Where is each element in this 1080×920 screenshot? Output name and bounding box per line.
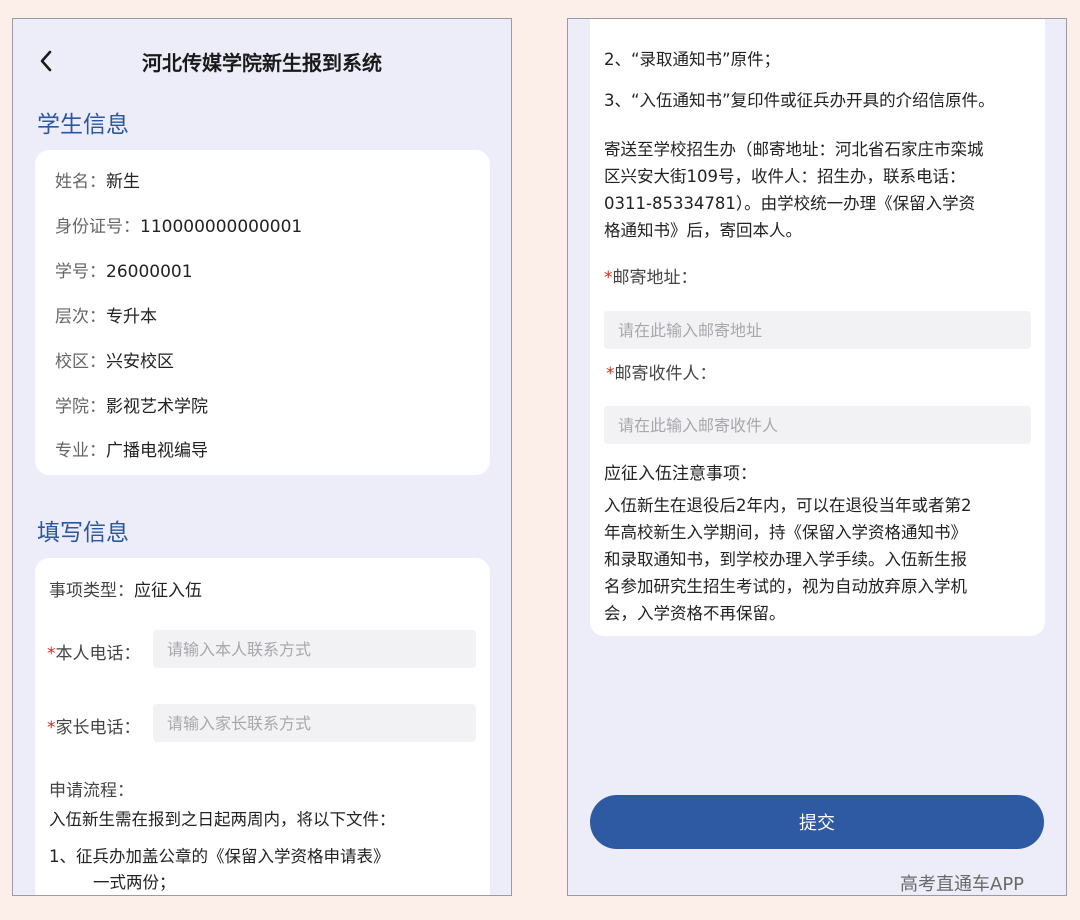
phone-input[interactable] xyxy=(153,630,476,668)
notes-line: 会，入学资格不再保留。 xyxy=(604,604,786,623)
submit-button[interactable]: 提交 xyxy=(590,795,1044,849)
required-mark: * xyxy=(604,268,613,288)
parent-phone-label: *家长电话： xyxy=(47,713,141,738)
info-row-campus: 校区：兴安校区 xyxy=(55,347,174,372)
info-label: 身份证号： xyxy=(55,217,140,237)
fill-info-card: 事项类型：应征入伍 *本人电话： *家长电话： 申请流程： 入伍新生需在报到之日… xyxy=(35,558,490,895)
process-title: 申请流程： xyxy=(49,781,134,801)
required-mark: * xyxy=(47,718,56,738)
info-row-student-number: 学号：26000001 xyxy=(55,257,193,282)
info-value: 兴安校区 xyxy=(106,352,174,372)
notes-title: 应征入伍注意事项： xyxy=(604,464,757,484)
item-type-label: 事项类型： xyxy=(49,581,134,601)
info-label: 校区： xyxy=(55,352,106,372)
required-mark: * xyxy=(606,364,615,384)
process-intro: 入伍新生需在报到之日起两周内，将以下文件： xyxy=(49,810,396,829)
item-type-row: 事项类型：应征入伍 xyxy=(49,576,202,601)
info-value: 新生 xyxy=(106,172,140,192)
page-title: 河北传媒学院新生报到系统 xyxy=(142,51,382,75)
process-item-3: 3、“入伍通知书”复印件或征兵办开具的介绍信原件。 xyxy=(604,91,995,110)
info-value: 广播电视编导 xyxy=(106,441,208,461)
info-label: 专业： xyxy=(55,441,106,461)
phone-label: *本人电话： xyxy=(47,639,141,664)
address-label: *邮寄地址： xyxy=(604,263,698,288)
info-row-id-number: 身份证号：110000000000001 xyxy=(55,212,302,237)
info-value: 专升本 xyxy=(106,307,157,327)
notes-line: 名参加研究生招生考试的，视为自动放弃原入学机 xyxy=(604,577,967,596)
app-header: 河北传媒学院新生报到系统 xyxy=(13,19,511,103)
phone-screen-left: 河北传媒学院新生报到系统 学生信息 姓名：新生 身份证号：11000000000… xyxy=(12,18,512,896)
address-input[interactable] xyxy=(604,311,1031,349)
mail-instruction-line: 格通知书》后，寄回本人。 xyxy=(604,221,802,240)
required-mark: * xyxy=(47,644,56,664)
address-label-text: 邮寄地址： xyxy=(612,268,698,288)
parent-phone-input[interactable] xyxy=(153,704,476,742)
notes-line: 年高校新生入学期间，持《保留入学资格通知书》 xyxy=(604,523,967,542)
phone-screen-right: 2、“录取通知书”原件； 3、“入伍通知书”复印件或征兵办开具的介绍信原件。 寄… xyxy=(567,18,1067,896)
student-info-card: 姓名：新生 身份证号：110000000000001 学号：26000001 层… xyxy=(35,150,490,475)
section-title-student-info: 学生信息 xyxy=(37,112,129,138)
info-value: 110000000000001 xyxy=(140,217,303,237)
info-label: 学院： xyxy=(55,397,106,417)
recipient-input[interactable] xyxy=(604,406,1031,444)
recipient-label: *邮寄收件人： xyxy=(606,359,717,384)
parent-phone-label-text: 家长电话： xyxy=(55,718,141,738)
mail-instruction-line: 0311-85334781）。由学校统一办理《保留入学资 xyxy=(604,194,976,213)
process-item-1: 1、征兵办加盖公章的《保留入学资格申请表》 xyxy=(49,847,390,866)
info-value: 影视艺术学院 xyxy=(106,397,208,417)
process-item-2: 2、“录取通知书”原件； xyxy=(604,50,781,69)
mail-instruction-line: 区兴安大街109号，收件人：招生办，联系电话： xyxy=(604,167,966,186)
info-label: 姓名： xyxy=(55,172,106,192)
watermark: 高考直通车APP xyxy=(900,874,1025,895)
recipient-label-text: 邮寄收件人： xyxy=(614,364,717,384)
info-value: 26000001 xyxy=(106,262,193,282)
info-row-college: 学院：影视艺术学院 xyxy=(55,392,208,417)
info-label: 层次： xyxy=(55,307,106,327)
process-item-1-cont: 一式两份； xyxy=(93,873,176,892)
notes-line: 和录取通知书，到学校办理入学手续。入伍新生报 xyxy=(604,550,967,569)
info-label: 学号： xyxy=(55,262,106,282)
section-title-fill-info: 填写信息 xyxy=(37,520,129,546)
info-row-major: 专业：广播电视编导 xyxy=(55,436,208,461)
application-card: 2、“录取通知书”原件； 3、“入伍通知书”复印件或征兵办开具的介绍信原件。 寄… xyxy=(590,19,1045,636)
item-type-value: 应征入伍 xyxy=(134,581,202,601)
phone-label-text: 本人电话： xyxy=(55,644,141,664)
info-row-level: 层次：专升本 xyxy=(55,302,157,327)
notes-line: 入伍新生在退役后2年内，可以在退役当年或者第2 xyxy=(604,496,972,515)
mail-instruction-line: 寄送至学校招生办（邮寄地址：河北省石家庄市栾城 xyxy=(604,140,984,159)
info-row-name: 姓名：新生 xyxy=(55,167,140,192)
